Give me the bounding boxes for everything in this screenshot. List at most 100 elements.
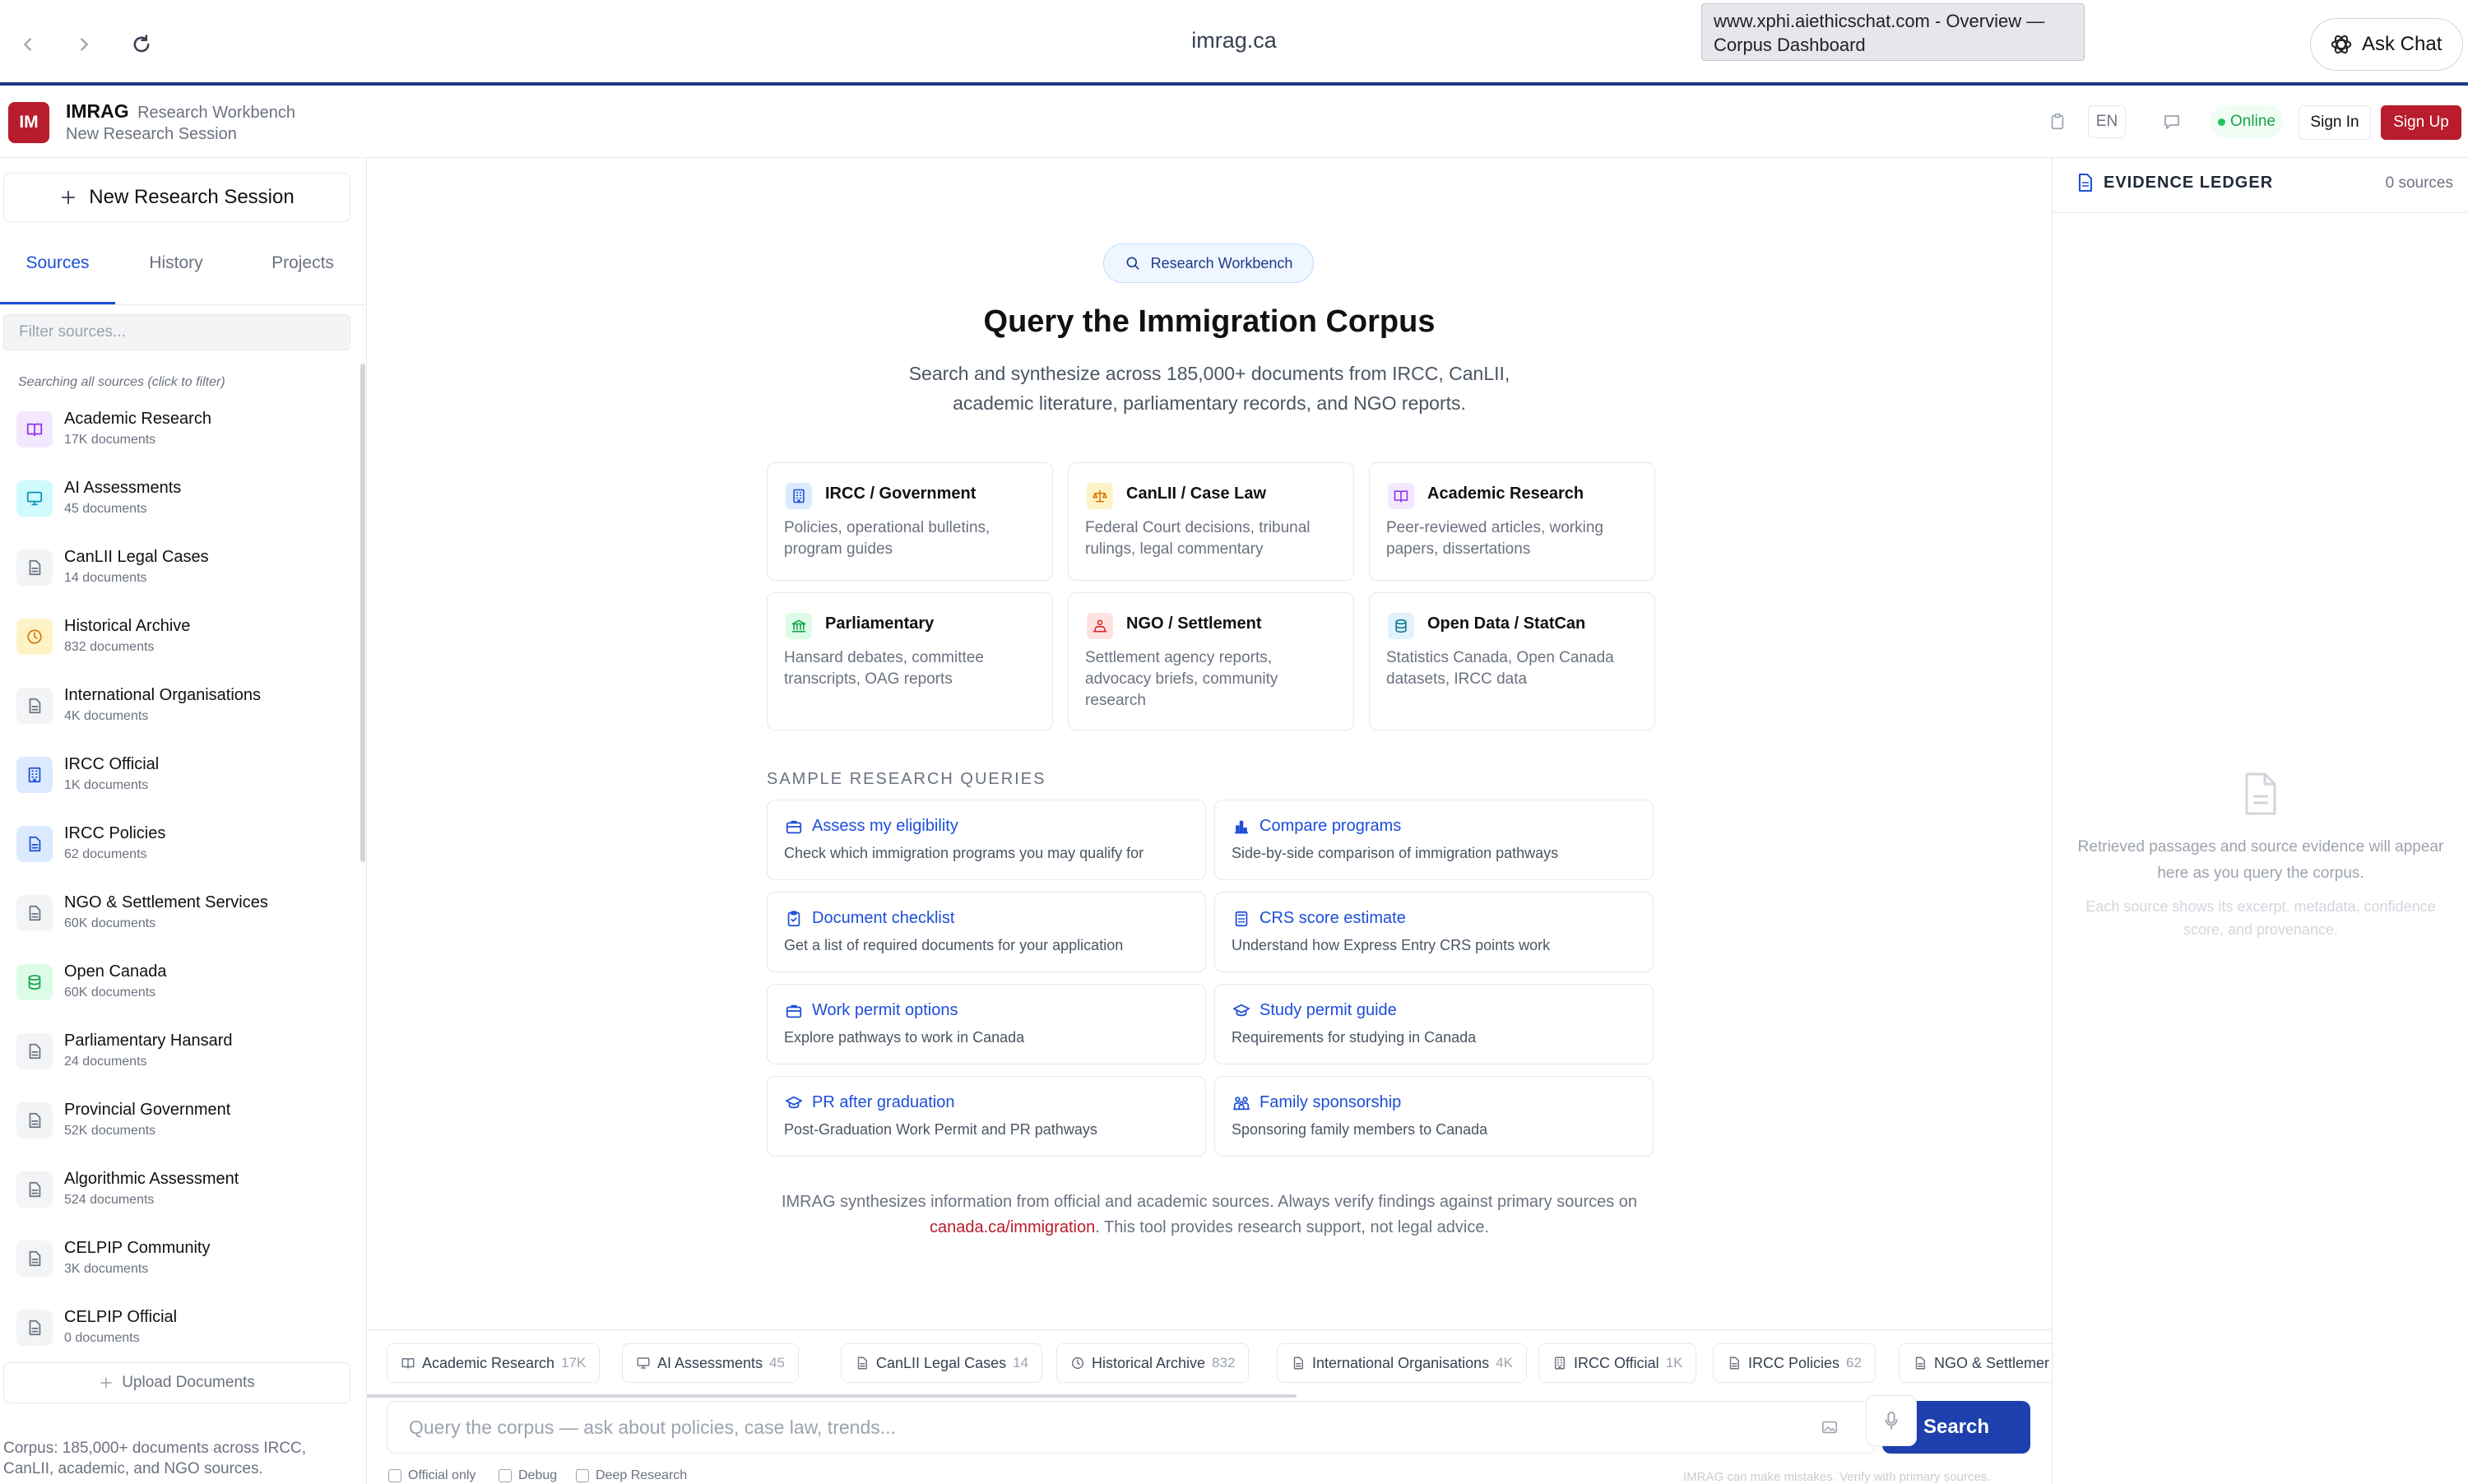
sample-query-card[interactable]: Work permit options Explore pathways to w… [767, 984, 1206, 1064]
source-name: Open Canada [64, 962, 167, 981]
address-bar[interactable]: imrag.ca [1111, 28, 1357, 53]
document-icon [1291, 1356, 1306, 1370]
tab-sources[interactable]: Sources [0, 253, 115, 304]
chips-scrollbar[interactable] [367, 1394, 1297, 1398]
source-chip[interactable]: IRCC Policies 62 [1713, 1343, 1876, 1383]
chip-count: 832 [1212, 1355, 1236, 1370]
new-session-button[interactable]: New Research Session [3, 173, 350, 222]
calculator-icon [1232, 909, 1251, 929]
checkbox[interactable] [388, 1469, 401, 1482]
document-icon [2079, 174, 2092, 192]
sample-query-card[interactable]: Study permit guide Requirements for study… [1214, 984, 1654, 1064]
book-icon [401, 1356, 415, 1370]
image-icon [1821, 1421, 1838, 1434]
query-input[interactable] [387, 1401, 1876, 1454]
tab-history[interactable]: History [118, 253, 234, 304]
source-count: 52K documents [64, 1124, 156, 1138]
app-header: IM IMRAG Research Workbench New Research… [0, 89, 2468, 158]
evidence-ledger: EVIDENCE LEDGER 0 sources Retrieved pass… [2052, 158, 2468, 1484]
chip-label: CanLII Legal Cases [876, 1354, 1007, 1371]
ask-chat-button[interactable]: Ask Chat [2310, 18, 2463, 71]
checkbox[interactable] [499, 1469, 512, 1482]
microphone-icon [1885, 1412, 1898, 1431]
sample-query-card[interactable]: PR after graduation Post-Graduation Work … [767, 1076, 1206, 1157]
chevron-right-icon [81, 38, 89, 51]
source-item[interactable]: CELPIP Official 0 documents [0, 1300, 362, 1369]
source-category-card[interactable]: NGO / Settlement Settlement agency report… [1068, 592, 1354, 730]
reload-icon [133, 35, 150, 53]
back-button[interactable] [10, 26, 46, 63]
source-category-card[interactable]: Parliamentary Hansard debates, committee … [767, 592, 1053, 730]
source-chip[interactable]: CanLII Legal Cases 14 [841, 1343, 1043, 1383]
source-chip[interactable]: International Organisations 4K [1277, 1343, 1527, 1383]
sidebar: New Research Session Sources History Pro… [0, 158, 367, 1484]
checkbox[interactable] [576, 1469, 589, 1482]
source-category-card[interactable]: CanLII / Case Law Federal Court decisions… [1068, 462, 1354, 581]
chip-label: NGO & Settlemer [1934, 1354, 2050, 1371]
source-chip[interactable]: NGO & Settlemer [1899, 1343, 2052, 1383]
reload-button[interactable] [123, 26, 160, 63]
sample-query-card[interactable]: CRS score estimate Understand how Express… [1214, 892, 1654, 972]
tab-projects[interactable]: Projects [245, 253, 360, 304]
source-item[interactable]: CanLII Legal Cases 14 documents [0, 540, 362, 609]
forward-button[interactable] [66, 26, 102, 63]
source-item[interactable]: NGO & Settlement Services 60K documents [0, 885, 362, 954]
source-name: CELPIP Community [64, 1239, 211, 1257]
page-subtitle: Search and synthesize across 185,000+ do… [880, 359, 1538, 418]
option-checkbox[interactable]: Official only [388, 1468, 476, 1483]
sign-in-button[interactable]: Sign In [2299, 105, 2371, 140]
source-chip[interactable]: Historical Archive 832 [1056, 1343, 1250, 1383]
chip-count: 62 [1846, 1355, 1862, 1370]
language-toggle[interactable]: EN [2088, 105, 2126, 138]
document-icon [16, 1033, 53, 1069]
upload-documents-button[interactable]: Upload Documents [3, 1362, 350, 1403]
sidebar-scrollbar[interactable] [360, 364, 365, 862]
source-item[interactable]: International Organisations 4K documents [0, 678, 362, 747]
browser-toolbar: imrag.ca www.xphi.aiethicschat.com - Ove… [0, 0, 2468, 86]
status-label: Online [2230, 113, 2275, 130]
source-item[interactable]: Historical Archive 832 documents [0, 609, 362, 678]
sample-query-card[interactable]: Family sponsorship Sponsoring family memb… [1214, 1076, 1654, 1157]
source-item[interactable]: Provincial Government 52K documents [0, 1092, 362, 1162]
source-category-card[interactable]: IRCC / Government Policies, operational b… [767, 462, 1053, 581]
source-item[interactable]: Open Canada 60K documents [0, 954, 362, 1023]
chip-count: 1K [1665, 1355, 1683, 1370]
source-name: International Organisations [64, 686, 262, 704]
sample-query-card[interactable]: Document checklist Get a list of required… [767, 892, 1206, 972]
document-icon [16, 1241, 53, 1277]
source-item[interactable]: Academic Research 17K documents [0, 401, 362, 471]
source-chip[interactable]: IRCC Official 1K [1538, 1343, 1697, 1383]
sample-query-card[interactable]: Compare programs Side-by-side comparison … [1214, 800, 1654, 880]
attach-image-button[interactable] [1815, 1412, 1844, 1442]
query-description: Get a list of required documents for you… [784, 937, 1124, 953]
option-checkbox[interactable]: Debug [499, 1468, 557, 1483]
filter-sources-input[interactable] [3, 314, 350, 350]
option-checkbox[interactable]: Deep Research [576, 1468, 687, 1483]
source-name: CELPIP Official [64, 1308, 178, 1326]
source-item[interactable]: AI Assessments 45 documents [0, 471, 362, 540]
source-item[interactable]: Parliamentary Hansard 24 documents [0, 1023, 362, 1092]
voice-input-button[interactable] [1866, 1395, 1917, 1446]
source-category-card[interactable]: Open Data / StatCan Statistics Canada, Op… [1369, 592, 1655, 730]
source-item[interactable]: CELPIP Community 3K documents [0, 1231, 362, 1300]
sample-query-card[interactable]: Assess my eligibility Check which immigra… [767, 800, 1206, 880]
source-name: CanLII Legal Cases [64, 548, 209, 566]
card-description: Hansard debates, committee transcripts, … [784, 649, 984, 688]
source-item[interactable]: IRCC Policies 62 documents [0, 816, 362, 885]
feedback-button[interactable] [2157, 105, 2187, 138]
source-count: 24 documents [64, 1055, 147, 1069]
source-chip[interactable]: Academic Research 17K [387, 1343, 601, 1383]
source-item[interactable]: IRCC Official 1K documents [0, 747, 362, 816]
clipboard-button[interactable] [2045, 105, 2070, 138]
source-chip[interactable]: AI Assessments 45 [622, 1343, 799, 1383]
card-description: Federal Court decisions, tribunal ruling… [1085, 519, 1311, 558]
source-item[interactable]: Algorithmic Assessment 524 documents [0, 1162, 362, 1231]
page-title: Query the Immigration Corpus [983, 304, 1436, 339]
card-title: CanLII / Case Law [1126, 485, 1267, 503]
source-name: Algorithmic Assessment [64, 1170, 239, 1188]
sign-up-button[interactable]: Sign Up [2381, 105, 2461, 140]
immigration-link[interactable]: canada.ca/immigration [930, 1218, 1095, 1236]
evidence-empty-text: Retrieved passages and source evidence w… [2077, 838, 2444, 882]
source-category-card[interactable]: Academic Research Peer-reviewed articles,… [1369, 462, 1655, 581]
pill-label: Research Workbench [1150, 254, 1293, 271]
